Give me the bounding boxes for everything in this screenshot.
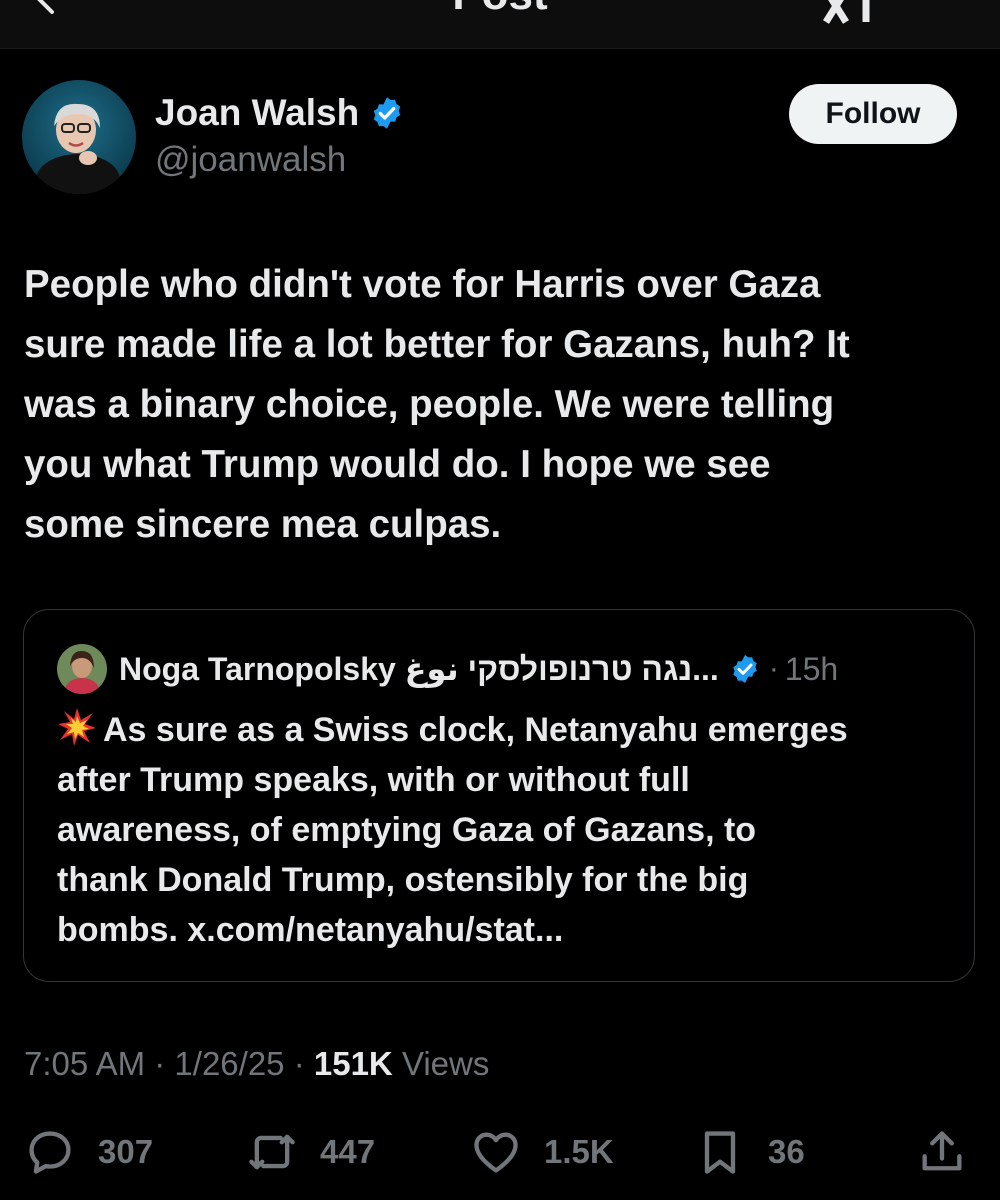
top-bar: Post: [0, 0, 1000, 49]
quoted-author-avatar[interactable]: [57, 644, 107, 694]
quoted-line: thank Donald Trump, ostensibly for the b…: [57, 861, 749, 899]
share-icon: [922, 1131, 962, 1171]
share-button[interactable]: [916, 1122, 968, 1182]
post-line: you what Trump would do. I hope we see: [24, 443, 771, 486]
post-meta: 7:05 AM · 1/26/25 · 151K Views: [24, 1045, 489, 1083]
follow-button[interactable]: Follow: [789, 84, 957, 144]
quoted-post-text: As sure as a Swiss clock, Netanyahu emer…: [57, 705, 957, 955]
repost-count: 447: [320, 1133, 376, 1170]
author-handle[interactable]: @joanwalsh: [155, 140, 346, 180]
quoted-line: As sure as a Swiss clock, Netanyahu emer…: [103, 711, 848, 749]
quoted-line: bombs. x.com/netanyahu/stat...: [57, 911, 564, 949]
post-date[interactable]: 1/26/25: [174, 1045, 284, 1082]
quoted-post-time[interactable]: 15h: [785, 651, 838, 688]
views-label: Views: [401, 1045, 490, 1082]
quoted-line: after Trump speaks, with or without full: [57, 761, 690, 799]
post-line: sure made life a lot better for Gazans, …: [24, 323, 850, 366]
quoted-line: awareness, of emptying Gaza of Gazans, t…: [57, 811, 757, 849]
repost-icon: [249, 1134, 295, 1170]
post-line: People who didn't vote for Harris over G…: [24, 263, 821, 306]
post-time[interactable]: 7:05 AM: [24, 1045, 145, 1082]
separator-dot: ·: [154, 1045, 175, 1082]
like-count: 1.5K: [544, 1133, 614, 1170]
verified-badge-icon: [374, 97, 401, 129]
reply-count: 307: [98, 1133, 154, 1170]
separator-dot: ·: [293, 1045, 314, 1082]
author-avatar[interactable]: [22, 80, 136, 194]
quoted-author-name[interactable]: Noga Tarnopolsky נגה טרנופולסקי نوغ...: [119, 650, 719, 688]
repost-button[interactable]: 447: [246, 1122, 375, 1182]
grok-icon[interactable]: [822, 0, 882, 24]
heart-icon: [474, 1132, 518, 1173]
author-name[interactable]: Joan Walsh: [155, 92, 359, 134]
bookmark-button[interactable]: 36: [694, 1122, 805, 1182]
action-bar: 307 447 1.5K 36: [0, 1122, 1000, 1182]
bookmark-icon: [704, 1131, 736, 1174]
verified-badge-icon: [733, 655, 757, 683]
like-button[interactable]: 1.5K: [470, 1122, 614, 1182]
post-text: People who didn't vote for Harris over G…: [24, 255, 974, 555]
views-count: 151K: [313, 1045, 393, 1082]
separator-dot: ·: [768, 652, 779, 685]
bookmark-count: 36: [768, 1133, 805, 1170]
collision-emoji-icon: [58, 708, 96, 746]
quoted-post[interactable]: Noga Tarnopolsky נגה טרנופולסקי نوغ... ·…: [23, 609, 975, 982]
post-line: some sincere mea culpas.: [24, 503, 502, 546]
post-line: was a binary choice, people. We were tel…: [24, 383, 835, 426]
reply-button[interactable]: 307: [24, 1122, 153, 1182]
reply-icon: [29, 1131, 71, 1174]
